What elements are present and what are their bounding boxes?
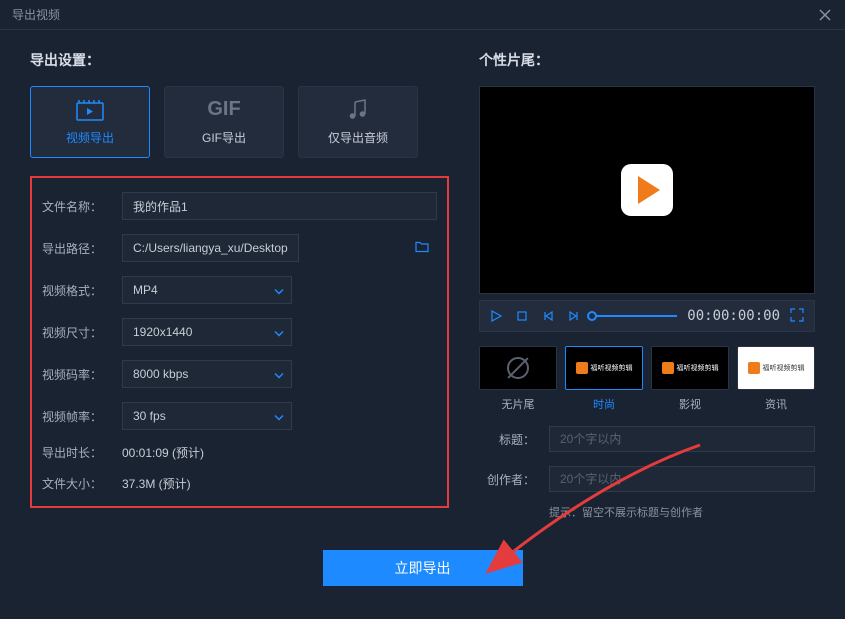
export-form: 文件名称： 导出路径： 视频格式： 视频尺 <box>30 176 449 508</box>
filesize-label: 文件大小： <box>42 475 122 492</box>
ending-fashion[interactable]: 福听视频剪辑 时尚 <box>565 346 643 412</box>
export-button[interactable]: 立即导出 <box>323 550 523 586</box>
size-label: 视频尺寸： <box>42 324 122 341</box>
path-label: 导出路径： <box>42 240 122 257</box>
next-button[interactable] <box>566 308 582 324</box>
tab-label: GIF导出 <box>202 129 246 146</box>
ending-none[interactable]: 无片尾 <box>479 346 557 412</box>
title-input[interactable] <box>549 426 815 452</box>
music-note-icon <box>344 99 372 121</box>
video-preview <box>479 86 815 294</box>
tab-label: 仅导出音频 <box>328 129 388 146</box>
player-controls: 00:00:00:00 <box>479 300 815 332</box>
export-settings-heading: 导出设置： <box>30 50 449 70</box>
prev-button[interactable] <box>540 308 556 324</box>
ending-movie[interactable]: 福听视频剪辑 影视 <box>651 346 729 412</box>
tab-gif-export[interactable]: GIF GIF导出 <box>164 86 284 158</box>
timecode: 00:00:00:00 <box>687 308 780 324</box>
film-icon <box>76 99 104 121</box>
duration-value: 00:01:09 (预计) <box>122 444 204 461</box>
filesize-value: 37.3M (预计) <box>122 475 191 492</box>
ending-news[interactable]: 福听视频剪辑 资讯 <box>737 346 815 412</box>
gif-icon: GIF <box>210 99 238 121</box>
filename-label: 文件名称： <box>42 198 122 215</box>
browse-folder-button[interactable] <box>415 241 429 256</box>
none-icon <box>507 357 529 379</box>
export-mode-tabs: 视频导出 GIF GIF导出 仅导出音频 <box>30 86 449 158</box>
tab-audio-export[interactable]: 仅导出音频 <box>298 86 418 158</box>
filename-input[interactable] <box>122 192 437 220</box>
seek-slider[interactable] <box>592 315 677 317</box>
format-label: 视频格式： <box>42 282 122 299</box>
author-input[interactable] <box>549 466 815 492</box>
close-button[interactable] <box>817 7 833 23</box>
tab-label: 视频导出 <box>66 129 114 146</box>
window-title: 导出视频 <box>12 6 817 23</box>
title-label: 标题： <box>479 431 549 448</box>
fps-label: 视频帧率： <box>42 408 122 425</box>
preview-logo-icon <box>621 164 673 216</box>
bitrate-select[interactable] <box>122 360 292 388</box>
play-button[interactable] <box>488 308 504 324</box>
format-select[interactable] <box>122 276 292 304</box>
ending-heading: 个性片尾： <box>479 50 815 70</box>
path-input[interactable] <box>122 234 299 262</box>
duration-label: 导出时长： <box>42 444 122 461</box>
fullscreen-button[interactable] <box>790 308 806 324</box>
hint-text: 提示：留空不展示标题与创作者 <box>549 504 815 520</box>
fps-select[interactable] <box>122 402 292 430</box>
bitrate-label: 视频码率： <box>42 366 122 383</box>
ending-style-selector: 无片尾 福听视频剪辑 时尚 福听视频剪辑 影视 福听视频剪辑 资讯 <box>479 346 815 412</box>
size-select[interactable] <box>122 318 292 346</box>
author-label: 创作者： <box>479 471 549 488</box>
tab-video-export[interactable]: 视频导出 <box>30 86 150 158</box>
stop-button[interactable] <box>514 308 530 324</box>
